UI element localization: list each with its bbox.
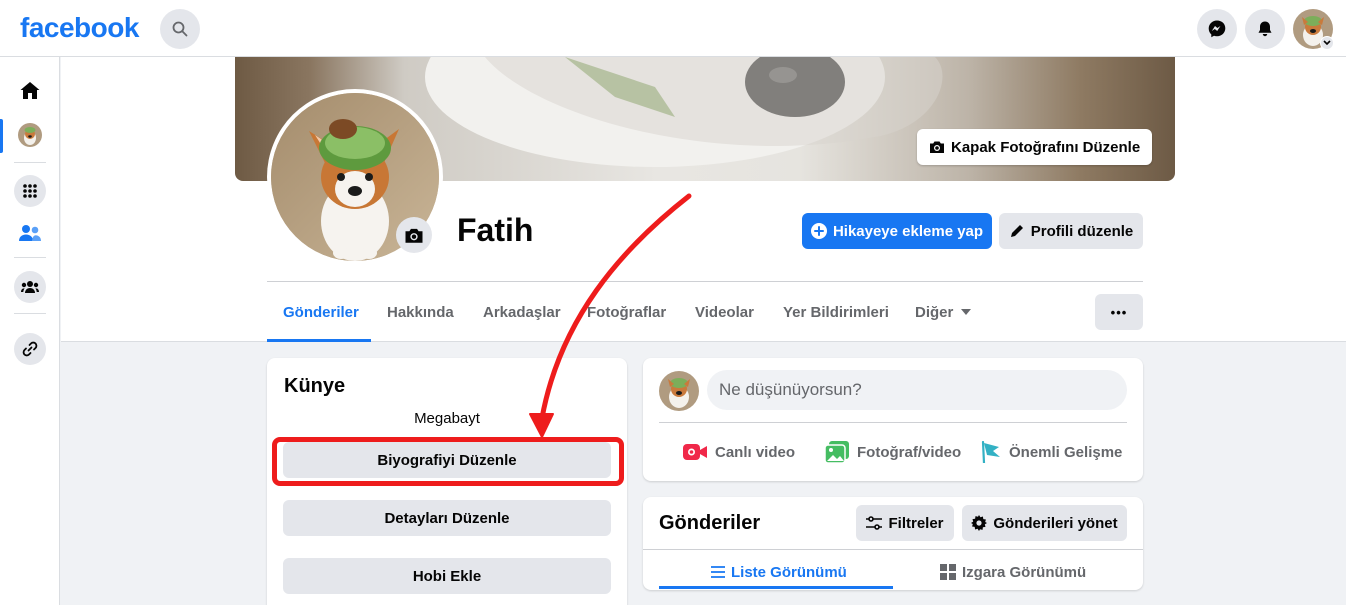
intro-title: Künye [284,375,346,397]
posts-title: Gönderiler [659,512,761,534]
rail-divider [14,313,46,314]
gear-icon [971,515,988,531]
friends-icon [19,225,41,241]
bio-text: Megabayt [414,410,480,427]
edit-cover-label: Kapak Fotoğrafını Düzenle [951,138,1141,156]
grid-view-label: Izgara Görünümü [962,563,1087,581]
camera-icon [405,228,423,243]
whats-on-your-mind-input[interactable]: Ne düşünüyorsun? [707,370,1127,410]
life-event-button[interactable]: Önemli Gelişme [981,436,1122,468]
edit-profile-button[interactable]: Profili düzenle [999,213,1143,249]
link-icon [22,341,38,357]
photo-video-button[interactable]: Fotoğraf/video [825,436,961,468]
life-event-label: Önemli Gelişme [1009,443,1123,461]
account-menu-chevron[interactable] [1320,36,1334,50]
menu-grid-icon [23,184,37,198]
edit-profile-label: Profili düzenle [1030,222,1134,240]
add-hobby-button[interactable]: Hobi Ekle [283,558,611,594]
messenger-button[interactable] [1197,9,1237,49]
active-tab-indicator [267,339,371,342]
filters-button[interactable]: Filtreler [856,505,954,541]
rail-divider [14,257,46,258]
top-navigation-bar: facebook [0,0,1346,57]
add-to-story-label: Hikayeye ekleme yap [832,222,984,240]
chevron-down-icon [1323,40,1331,46]
plus-circle-icon [810,223,827,239]
flag-icon [981,441,1000,463]
manage-posts-button[interactable]: Gönderileri yönet [962,505,1127,541]
tab-check-ins[interactable]: Yer Bildirimleri [783,294,889,330]
rail-link[interactable] [14,333,46,365]
header-divider [267,281,1143,282]
live-video-label: Canlı video [715,443,796,461]
rail-home[interactable] [14,75,46,107]
corgi-avatar-image [659,371,699,411]
messenger-icon [1208,20,1226,38]
search-icon [172,21,188,37]
tab-friends[interactable]: Arkadaşlar [483,294,561,330]
rail-profile[interactable] [14,119,46,151]
bell-icon [1258,21,1272,37]
list-view-tab[interactable]: Liste Görünümü [711,560,847,584]
photo-icon [825,441,849,463]
annotation-highlight-box [272,437,624,486]
active-indicator [0,119,3,153]
profile-name: Fatih [457,212,534,248]
grid-view-tab[interactable]: Izgara Görünümü [940,560,1086,584]
rail-friends[interactable] [14,217,46,249]
list-icon [711,566,725,578]
camera-icon [930,141,944,153]
live-video-icon [683,444,707,460]
rail-groups[interactable] [14,271,46,303]
search-button[interactable] [160,9,200,49]
grid-icon [940,564,956,580]
add-to-story-button[interactable]: Hikayeye ekleme yap [802,213,992,249]
tab-posts[interactable]: Gönderiler [283,294,359,330]
edit-cover-button[interactable]: Kapak Fotoğrafını Düzenle [917,129,1153,165]
tab-more-label: Diğer [915,303,954,321]
rail-divider [14,162,46,163]
sliders-icon [866,516,883,530]
groups-icon [21,281,39,293]
left-navigation-rail [0,57,60,605]
more-options-button[interactable]: ••• [1095,294,1143,330]
tab-more[interactable]: Diğer [915,294,972,330]
composer-avatar[interactable] [659,371,699,411]
edit-details-button[interactable]: Detayları Düzenle [283,500,611,536]
update-profile-picture-button[interactable] [396,217,432,253]
list-view-label: Liste Görünümü [731,563,847,581]
notifications-button[interactable] [1245,9,1285,49]
caret-down-icon [961,309,972,315]
rail-menu[interactable] [14,175,46,207]
tab-photos[interactable]: Fotoğraflar [587,294,666,330]
profile-avatar-icon [18,123,42,147]
active-view-indicator [659,586,893,589]
live-video-button[interactable]: Canlı video [683,436,795,468]
tab-about[interactable]: Hakkında [387,294,454,330]
home-icon [20,82,40,99]
composer-divider [659,422,1127,423]
photo-video-label: Fotoğraf/video [857,443,962,461]
facebook-logo[interactable]: facebook [20,12,139,44]
tab-videos[interactable]: Videolar [695,294,754,330]
pencil-icon [1010,225,1023,237]
posts-divider [643,549,1143,550]
manage-posts-label: Gönderileri yönet [993,514,1118,532]
filters-label: Filtreler [888,514,944,532]
